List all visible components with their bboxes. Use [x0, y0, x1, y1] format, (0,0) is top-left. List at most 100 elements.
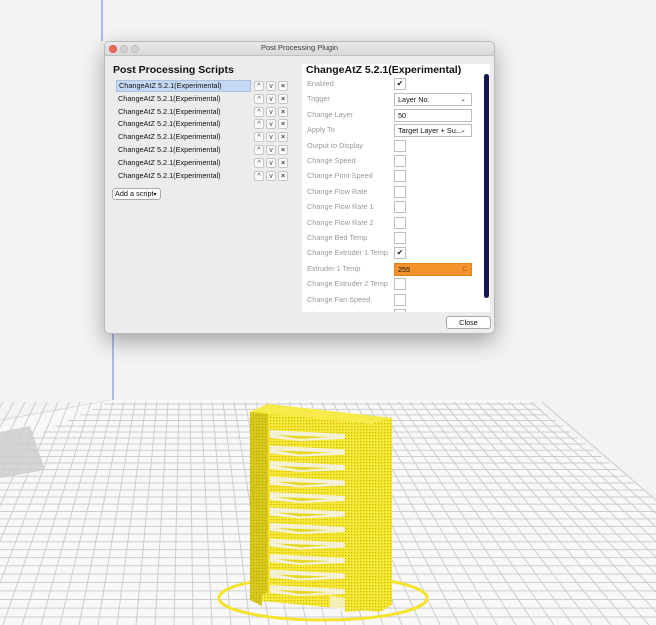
setting-row: Apply To Target Layer + Su... ⌄ — [302, 123, 480, 138]
setting-label: Change Layer — [307, 109, 353, 119]
script-settings-panel: ChangeAtZ 5.2.1(Experimental) Enabled ✔ Tr… — [302, 64, 490, 312]
post-processing-dialog: Post Processing Plugin Post Processing S… — [104, 41, 495, 334]
chevron-down-icon: ▾ — [153, 192, 157, 198]
script-list-item[interactable]: ChangeAtZ 5.2.1(Experimental) ^ v × — [116, 106, 291, 119]
setting-label: Trigger — [307, 94, 330, 104]
setting-label: Change Flow Rate 2 — [307, 217, 374, 227]
dropdown-value: Layer No. — [398, 95, 430, 105]
script-item-label[interactable]: ChangeAtZ 5.2.1(Experimental) — [116, 170, 251, 182]
remove-script-icon[interactable]: × — [278, 119, 288, 130]
setting-label: Change Retraction — [307, 310, 368, 312]
text-field-value: 50 — [398, 110, 407, 120]
setting-dropdown[interactable]: Layer No. ⌄ — [394, 93, 472, 107]
script-item-label[interactable]: ChangeAtZ 5.2.1(Experimental) — [116, 118, 251, 130]
script-list: ChangeAtZ 5.2.1(Experimental) ^ v × ChangeAt… — [116, 80, 291, 182]
setting-row: Enabled ✔ — [302, 77, 480, 92]
setting-label: Change Extruder 2 Temp — [307, 279, 388, 289]
setting-dropdown[interactable]: Target Layer + Su... ⌄ — [394, 124, 472, 138]
script-list-item[interactable]: ChangeAtZ 5.2.1(Experimental) ^ v × — [116, 170, 291, 183]
setting-checkbox[interactable] — [394, 185, 406, 198]
move-down-icon[interactable]: v — [266, 106, 276, 117]
setting-row: Trigger Layer No. ⌄ — [302, 92, 480, 107]
text-field-value: 255 — [398, 264, 411, 274]
setting-text-field[interactable]: 50 — [394, 108, 472, 122]
setting-row: Output to Display — [302, 139, 480, 154]
setting-checkbox[interactable]: ✔ — [394, 78, 406, 90]
move-down-icon[interactable]: v — [266, 81, 276, 91]
script-settings-title: ChangeAtZ 5.2.1(Experimental) — [306, 64, 462, 76]
remove-script-icon[interactable]: × — [278, 106, 288, 117]
move-up-icon[interactable]: ^ — [254, 93, 264, 104]
chevron-down-icon: ⌄ — [460, 127, 466, 135]
script-list-item[interactable]: ChangeAtZ 5.2.1(Experimental) ^ v × — [116, 93, 291, 106]
setting-checkbox[interactable] — [394, 293, 406, 306]
setting-checkbox[interactable] — [394, 139, 406, 152]
setting-row: Change Retraction — [302, 308, 480, 312]
add-script-label: Add a script — [115, 189, 154, 198]
setting-row: Change Flow Rate 2 — [302, 216, 480, 231]
remove-script-icon[interactable]: × — [278, 132, 288, 143]
move-up-icon[interactable]: ^ — [254, 170, 264, 181]
move-up-icon[interactable]: ^ — [254, 157, 264, 168]
setting-label: Apply To — [307, 125, 335, 135]
setting-checkbox[interactable] — [394, 278, 406, 291]
setting-row: Change Print Speed — [302, 169, 480, 184]
setting-row: Change Flow Rate 1 — [302, 200, 480, 215]
setting-label: Change Extruder 1 Temp — [307, 248, 388, 258]
remove-script-icon[interactable]: × — [278, 81, 288, 91]
script-list-item[interactable]: ChangeAtZ 5.2.1(Experimental) ^ v × — [116, 118, 291, 131]
script-item-label[interactable]: ChangeAtZ 5.2.1(Experimental) — [116, 106, 251, 118]
remove-script-icon[interactable]: × — [278, 157, 288, 168]
setting-row: Change Layer 50 — [302, 108, 480, 123]
script-item-label[interactable]: ChangeAtZ 5.2.1(Experimental) — [116, 157, 251, 169]
printed-model[interactable] — [250, 404, 392, 612]
setting-row: Change Speed — [302, 154, 480, 169]
chevron-down-icon: ⌄ — [460, 96, 466, 104]
close-button[interactable]: Close — [446, 316, 491, 329]
move-up-icon[interactable]: ^ — [254, 132, 264, 143]
move-down-icon[interactable]: v — [266, 93, 276, 104]
script-list-item[interactable]: ChangeAtZ 5.2.1(Experimental) ^ v × — [116, 131, 291, 144]
move-up-icon[interactable]: ^ — [254, 144, 264, 155]
move-up-icon[interactable]: ^ — [254, 106, 264, 117]
script-item-label[interactable]: ChangeAtZ 5.2.1(Experimental) — [116, 80, 251, 92]
setting-row: Change Bed Temp — [302, 231, 480, 246]
move-down-icon[interactable]: v — [266, 144, 276, 155]
move-up-icon[interactable]: ^ — [254, 81, 264, 91]
setting-checkbox[interactable] — [394, 201, 406, 214]
scripts-panel: Post Processing Scripts ChangeAtZ 5.2.1(… — [112, 64, 290, 304]
setting-row: Change Fan Speed — [302, 293, 480, 308]
script-list-item[interactable]: ChangeAtZ 5.2.1(Experimental) ^ v × — [116, 144, 291, 157]
settings-scrollbar-thumb[interactable] — [484, 74, 489, 298]
move-down-icon[interactable]: v — [266, 132, 276, 143]
script-item-label[interactable]: ChangeAtZ 5.2.1(Experimental) — [116, 93, 251, 105]
dropdown-value: Target Layer + Su... — [398, 126, 462, 136]
setting-text-field[interactable]: 255 C — [394, 262, 472, 276]
move-down-icon[interactable]: v — [266, 119, 276, 130]
script-item-label[interactable]: ChangeAtZ 5.2.1(Experimental) — [116, 144, 251, 156]
setting-checkbox[interactable] — [394, 216, 406, 229]
setting-label: Enabled — [307, 79, 334, 88]
move-down-icon[interactable]: v — [266, 157, 276, 168]
script-list-item[interactable]: ChangeAtZ 5.2.1(Experimental) ^ v × — [116, 80, 291, 93]
remove-script-icon[interactable]: × — [278, 144, 288, 155]
script-item-label[interactable]: ChangeAtZ 5.2.1(Experimental) — [116, 131, 251, 143]
unit-label: C — [462, 265, 467, 273]
setting-label: Change Flow Rate — [307, 186, 368, 196]
setting-label: Change Speed — [307, 156, 356, 165]
setting-checkbox[interactable] — [394, 309, 406, 312]
setting-checkbox[interactable]: ✔ — [394, 247, 406, 260]
window-titlebar[interactable]: Post Processing Plugin — [105, 42, 494, 56]
setting-checkbox[interactable] — [394, 155, 406, 167]
script-list-item[interactable]: ChangeAtZ 5.2.1(Experimental) ^ v × — [116, 157, 291, 170]
setting-row: Change Extruder 2 Temp — [302, 277, 480, 292]
remove-script-icon[interactable]: × — [278, 170, 288, 181]
move-up-icon[interactable]: ^ — [254, 119, 264, 130]
setting-checkbox[interactable] — [394, 232, 406, 244]
add-script-button[interactable]: Add a script▾ — [112, 188, 161, 200]
move-down-icon[interactable]: v — [266, 170, 276, 181]
setting-label: Change Print Speed — [307, 171, 373, 181]
setting-checkbox[interactable] — [394, 170, 406, 183]
setting-row: Change Flow Rate — [302, 185, 480, 200]
remove-script-icon[interactable]: × — [278, 93, 288, 104]
